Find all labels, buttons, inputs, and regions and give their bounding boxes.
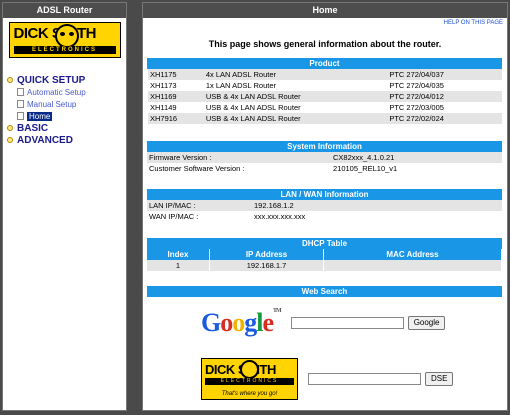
firmware-value: CX82xxx_4.1.0.21 xyxy=(333,153,395,162)
table-row: 1 192.168.1.7 xyxy=(147,260,502,271)
dse-search-area: DICK SMITH ELECTRONICS That's where you … xyxy=(201,358,454,400)
system-section: System Information Firmware Version : CX… xyxy=(147,141,502,174)
nav-manual-setup[interactable]: Manual Setup xyxy=(7,98,126,110)
page-icon xyxy=(17,100,24,108)
table-row: Firmware Version : CX82xxx_4.1.0.21 xyxy=(147,152,502,163)
google-search-button[interactable]: Google xyxy=(407,316,446,330)
product-header: Product xyxy=(147,58,502,69)
table-row: XH1173 1x LAN ADSL Router PTC 272/04/035 xyxy=(148,80,502,91)
google-search-input[interactable] xyxy=(290,317,404,329)
nav-manual-setup-label: Manual Setup xyxy=(27,99,77,109)
main-panel: Home HELP ON THIS PAGE This page shows g… xyxy=(142,2,508,411)
nav-advanced-label: ADVANCED xyxy=(17,134,73,146)
index-cell: 1 xyxy=(147,260,209,271)
model-cell: XH7916 xyxy=(150,114,178,123)
help-link[interactable]: HELP ON THIS PAGE xyxy=(444,20,503,26)
logo-face-icon xyxy=(54,24,79,48)
wan-label: WAN IP/MAC : xyxy=(149,212,199,221)
dse-logo-band: ELECTRONICS xyxy=(205,378,294,385)
bullet-icon xyxy=(7,77,13,83)
table-row: Customer Software Version : 210105_REL10… xyxy=(147,163,502,174)
wan-mac-value xyxy=(362,211,502,222)
customer-value: 210105_REL10_v1 xyxy=(333,164,398,173)
ptc-cell: PTC 272/04/012 xyxy=(389,92,444,101)
nav-automatic-setup[interactable]: Automatic Setup xyxy=(7,86,126,98)
sidebar-nav: QUICK SETUP Automatic Setup Manual Setup… xyxy=(3,74,126,146)
desc-cell: USB & 4x LAN ADSL Router xyxy=(205,114,301,123)
model-cell: XH1169 xyxy=(150,92,177,101)
mac-header: MAC Address xyxy=(324,249,501,260)
dhcp-header: DHCP Table xyxy=(147,238,502,249)
nav-automatic-setup-label: Automatic Setup xyxy=(27,87,86,97)
websearch-header: Web Search xyxy=(147,286,502,297)
google-logo: GoogleTM xyxy=(201,308,282,337)
table-row: XH1149 USB & 4x LAN ADSL Router PTC 272/… xyxy=(148,102,502,113)
table-row: LAN IP/MAC : 192.168.1.2 xyxy=(147,200,502,211)
desc-cell: USB & 4x LAN ADSL Router xyxy=(205,92,301,101)
nav-basic-label: BASIC xyxy=(17,122,49,134)
system-header: System Information xyxy=(147,141,502,152)
customer-label: Customer Software Version : xyxy=(149,164,245,173)
desc-cell: USB & 4x LAN ADSL Router xyxy=(205,103,301,112)
bullet-icon xyxy=(7,125,13,131)
sidebar-panel: ADSL Router DICK SMITH ELECTRONICS QUICK… xyxy=(2,2,127,411)
bullet-icon xyxy=(7,137,13,143)
dse-search-input[interactable] xyxy=(308,373,421,385)
ip-cell: 192.168.1.7 xyxy=(210,260,323,271)
page-title: Home xyxy=(143,3,507,18)
table-row: XH1169 USB & 4x LAN ADSL Router PTC 272/… xyxy=(148,91,502,102)
model-cell: XH1175 xyxy=(150,70,177,79)
nav-basic[interactable]: BASIC xyxy=(7,122,126,134)
logo-band: ELECTRONICS xyxy=(13,46,116,54)
lan-value: 192.168.1.2 xyxy=(254,201,294,210)
firmware-label: Firmware Version : xyxy=(149,153,212,162)
nav-home-label: Home xyxy=(27,111,53,121)
page-icon xyxy=(17,88,24,96)
dse-logo-face-icon xyxy=(240,360,259,379)
dse-logo: DICK SMITH ELECTRONICS That's where you … xyxy=(201,358,298,400)
table-row: XH1175 4x LAN ADSL Router PTC 272/04/037 xyxy=(148,69,502,80)
intro-text: This page shows general information abou… xyxy=(208,39,442,49)
product-table: XH1175 4x LAN ADSL Router PTC 272/04/037… xyxy=(147,69,502,124)
nav-quick-setup[interactable]: QUICK SETUP xyxy=(7,74,126,86)
ptc-cell: PTC 272/04/035 xyxy=(389,81,444,90)
lanwan-header: LAN / WAN Information xyxy=(147,189,502,200)
lanwan-section: LAN / WAN Information LAN IP/MAC : 192.1… xyxy=(147,189,502,222)
table-row: WAN IP/MAC : xxx.xxx.xxx.xxx xyxy=(147,211,502,222)
dse-tagline: That's where you go! xyxy=(221,391,278,397)
websearch-section: Web Search xyxy=(147,286,502,297)
dse-search-button[interactable]: DSE xyxy=(425,372,454,386)
google-search-area: GoogleTM Google xyxy=(201,308,446,338)
lan-mac-value xyxy=(362,200,502,211)
ptc-cell: PTC 272/02/024 xyxy=(389,114,444,123)
lan-label: LAN IP/MAC : xyxy=(149,201,196,210)
desc-cell: 1x LAN ADSL Router xyxy=(205,81,277,90)
table-row: XH7916 USB & 4x LAN ADSL Router PTC 272/… xyxy=(148,113,502,124)
ptc-cell: PTC 272/03/005 xyxy=(389,103,444,112)
dick-smith-logo: DICK SMITH ELECTRONICS xyxy=(8,22,121,58)
index-header: Index xyxy=(147,249,209,260)
product-section: Product XH1175 4x LAN ADSL Router PTC 27… xyxy=(147,58,502,124)
sidebar-title: ADSL Router xyxy=(3,3,126,18)
nav-home[interactable]: Home xyxy=(7,110,126,122)
model-cell: XH1173 xyxy=(150,81,177,90)
nav-advanced[interactable]: ADVANCED xyxy=(7,134,126,146)
mac-cell xyxy=(324,260,501,271)
desc-cell: 4x LAN ADSL Router xyxy=(205,70,277,79)
ptc-cell: PTC 272/04/037 xyxy=(389,70,444,79)
ip-header: IP Address xyxy=(210,249,323,260)
model-cell: XH1149 xyxy=(150,103,177,112)
wan-value: xxx.xxx.xxx.xxx xyxy=(254,212,306,221)
page-icon xyxy=(17,112,24,120)
dhcp-section: DHCP Table Index IP Address MAC Address … xyxy=(147,238,502,271)
nav-quick-setup-label: QUICK SETUP xyxy=(17,74,86,86)
dhcp-column-headers: Index IP Address MAC Address xyxy=(147,249,502,260)
